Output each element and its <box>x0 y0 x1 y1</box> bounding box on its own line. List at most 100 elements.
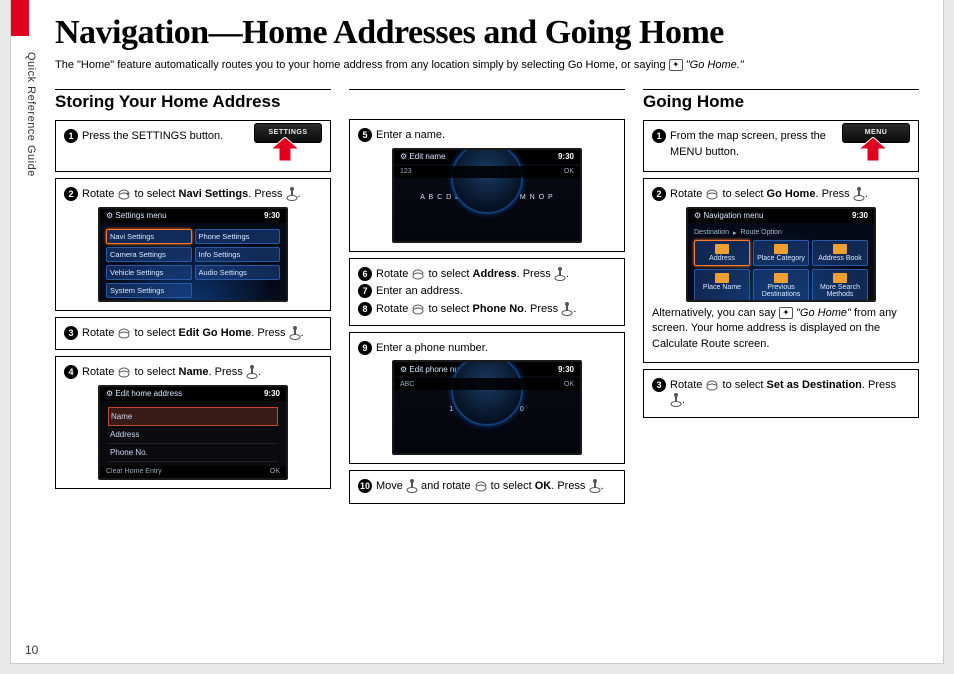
step-1: 1 Press the SETTINGS button. <box>64 129 242 144</box>
step-number-icon: 3 <box>64 326 78 340</box>
up-arrow-icon <box>271 137 299 161</box>
heading-going-home: Going Home <box>643 92 919 112</box>
rotate-knob-icon <box>117 188 131 200</box>
intro-quote: "Go Home." <box>686 59 744 71</box>
intro-plain: The "Home" feature automatically routes … <box>55 59 669 71</box>
rotate-knob-icon <box>411 303 425 315</box>
step-9-text: Enter a phone number. <box>376 341 616 356</box>
step-box-6-8: 6 Rotate to select Address. Press . 7 En… <box>349 258 625 326</box>
rotate-knob-icon <box>705 379 719 391</box>
step-number-icon: 1 <box>652 129 666 143</box>
step-box-9: 9 Enter a phone number. ⚙ Edit phone num… <box>349 332 625 464</box>
press-stick-icon <box>289 326 301 340</box>
wheel-icon <box>451 360 523 426</box>
gh-step-2: 2 Rotate to select Go Home. Press . <box>652 187 910 202</box>
gh-step-3: 3 Rotate to select Set as Destination. P… <box>652 378 910 409</box>
list-row: Name <box>108 407 278 426</box>
hw-settings-button: SETTINGS <box>248 123 322 161</box>
step-box-4: 4 Rotate to select Name. Press . ⚙ Edit … <box>55 356 331 488</box>
step-box-5: 5 Enter a name. ⚙ Edit name9:30 A B C D … <box>349 119 625 251</box>
step-number-icon: 1 <box>64 129 78 143</box>
press-stick-icon <box>561 302 573 316</box>
nav-tab: Route Option <box>741 229 782 237</box>
clock: 9:30 <box>558 365 574 374</box>
voice-icon: ✦ <box>669 59 683 71</box>
gh-alternative-text: Alternatively, you can say ✦ "Go Home" f… <box>652 304 910 356</box>
screen-title: ⚙ Settings menu <box>106 211 167 220</box>
clock: 9:30 <box>558 152 574 161</box>
page-title: Navigation—Home Addresses and Going Home <box>55 14 919 52</box>
menu-item: Camera Settings <box>106 247 192 262</box>
step-number-icon: 2 <box>652 187 666 201</box>
nav-cell: Place Category <box>753 240 809 266</box>
step-2: 2 Rotate to select Navi Settings. Press … <box>64 187 322 202</box>
step-number-icon: 3 <box>652 378 666 392</box>
step-4-text: Rotate to select Name. Press . <box>82 365 322 380</box>
step-3-text: Rotate to select Edit Go Home. Press . <box>82 326 322 341</box>
press-stick-icon <box>554 267 566 281</box>
gh-step-1-text: From the map screen, press the MENU butt… <box>670 129 830 160</box>
column-going-home: Going Home MENU 1 From the map screen, p… <box>643 89 919 509</box>
nav-cell: Place Name <box>694 269 750 302</box>
footer-right: OK <box>564 168 574 175</box>
step-4: 4 Rotate to select Name. Press . <box>64 365 322 380</box>
step-number-icon: 4 <box>64 365 78 379</box>
content: Navigation—Home Addresses and Going Home… <box>55 14 919 643</box>
step-10: 10 Move and rotate to select OK. Press . <box>358 479 616 494</box>
screen-title: ⚙ Edit home address <box>106 389 182 398</box>
list-row: Phone No. <box>108 444 278 462</box>
step-number-icon: 6 <box>358 267 372 281</box>
gh-step-box-3: 3 Rotate to select Set as Destination. P… <box>643 369 919 418</box>
gh-step-box-1: MENU 1 From the map screen, press the ME… <box>643 120 919 172</box>
gh-step-box-2: 2 Rotate to select Go Home. Press . ⚙ Na… <box>643 178 919 363</box>
rotate-knob-icon <box>411 268 425 280</box>
menu-item: Navi Settings <box>106 229 192 244</box>
gh-step-2-text: Rotate to select Go Home. Press . <box>670 187 910 202</box>
step-5-text: Enter a name. <box>376 128 616 143</box>
rotate-knob-icon <box>474 480 488 492</box>
press-stick-icon <box>286 187 298 201</box>
screenshot-edit-phone: ⚙ Edit phone number9:30 1 2 3 4 5 6 7 8 … <box>392 360 582 455</box>
step-box-3: 3 Rotate to select Edit Go Home. Press . <box>55 317 331 350</box>
footer-left: ABC <box>400 381 414 388</box>
step-7-text: Enter an address. <box>376 284 616 299</box>
gh-step-3-text: Rotate to select Set as Destination. Pre… <box>670 378 910 409</box>
column-storing: Storing Your Home Address SETTINGS 1 Pre… <box>55 89 331 509</box>
step-5: 5 Enter a name. <box>358 128 616 143</box>
columns: Storing Your Home Address SETTINGS 1 Pre… <box>55 89 919 509</box>
move-stick-icon <box>406 479 418 493</box>
clock: 9:30 <box>264 211 280 220</box>
step-number-icon: 2 <box>64 187 78 201</box>
sidebar-label: Quick Reference Guide <box>25 52 37 177</box>
menu-item: System Settings <box>106 283 192 298</box>
rotate-knob-icon <box>117 327 131 339</box>
heading-storing: Storing Your Home Address <box>55 92 331 112</box>
screenshot-edit-name: ⚙ Edit name9:30 A B C D E F G H I J K L … <box>392 148 582 243</box>
footer-right: OK <box>270 468 280 475</box>
menu-item: Phone Settings <box>195 229 281 244</box>
screenshot-settings-menu: ⚙ Settings menu 9:30 Navi Settings Phone … <box>98 207 288 302</box>
step-8: 8 Rotate to select Phone No. Press . <box>358 302 616 317</box>
step-box-10: 10 Move and rotate to select OK. Press . <box>349 470 625 503</box>
screen-title: ⚙ Edit name <box>400 152 445 161</box>
hw-menu-button: MENU <box>836 123 910 161</box>
step-2-text: Rotate to select Navi Settings. Press . <box>82 187 322 202</box>
step-box-1: SETTINGS 1 Press the SETTINGS button. <box>55 120 331 172</box>
wheel-icon <box>451 148 523 214</box>
menu-item: Vehicle Settings <box>106 265 192 280</box>
up-arrow-icon <box>859 137 887 161</box>
step-number-icon: 10 <box>358 479 372 493</box>
step-number-icon: 7 <box>358 284 372 298</box>
screen-title: ⚙ Navigation menu <box>694 211 763 220</box>
voice-icon: ✦ <box>779 307 793 319</box>
column-storing-cont: 5 Enter a name. ⚙ Edit name9:30 A B C D … <box>349 89 625 509</box>
nav-cell: More Search Methods <box>812 269 868 302</box>
footer-left: Clear Home Entry <box>106 468 162 475</box>
nav-cell: Previous Destinations <box>753 269 809 302</box>
gh-step-1: 1 From the map screen, press the MENU bu… <box>652 129 830 160</box>
step-9: 9 Enter a phone number. <box>358 341 616 356</box>
step-box-2: 2 Rotate to select Navi Settings. Press … <box>55 178 331 310</box>
rotate-knob-icon <box>117 366 131 378</box>
press-stick-icon <box>670 393 682 407</box>
footer-left: 123 <box>400 168 412 175</box>
